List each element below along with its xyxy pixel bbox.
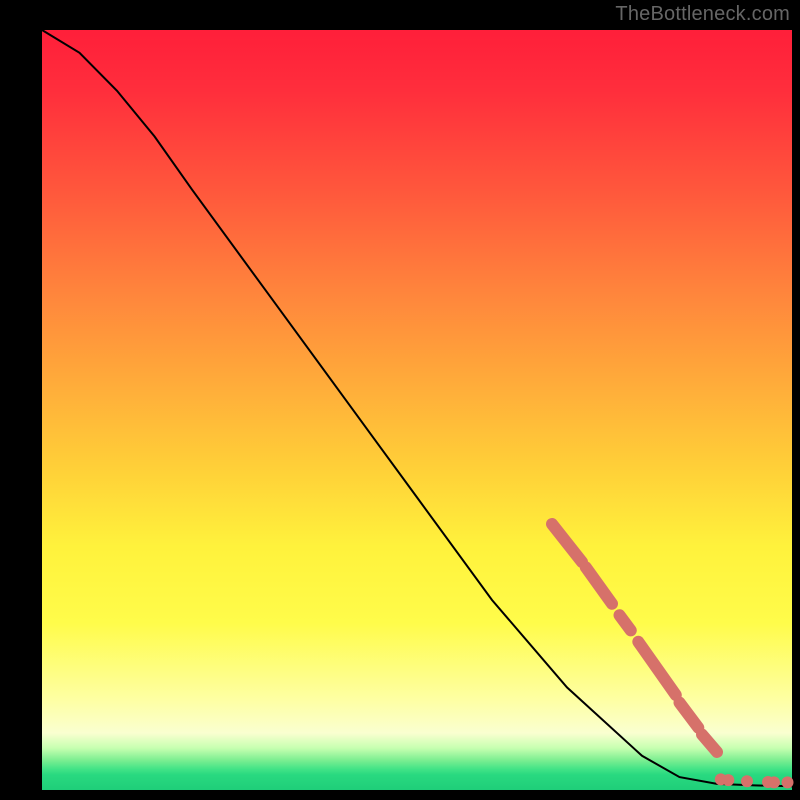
highlight-layer [552,524,794,788]
attribution-text: TheBottleneck.com [615,3,790,26]
chart-svg [42,30,792,790]
highlight-dot [782,776,794,788]
curve-layer [42,30,792,786]
highlight-segment [620,615,631,630]
highlight-segment [552,524,582,562]
highlight-segment [586,567,612,604]
highlight-segment [702,735,717,753]
plot-area [42,30,792,790]
highlight-dot [768,776,780,788]
bottleneck-curve [42,30,792,786]
chart-frame: TheBottleneck.com [0,0,800,800]
highlight-dot [722,774,734,786]
highlight-segment [680,703,699,728]
highlight-dot [741,775,753,787]
highlight-segment [638,642,676,695]
